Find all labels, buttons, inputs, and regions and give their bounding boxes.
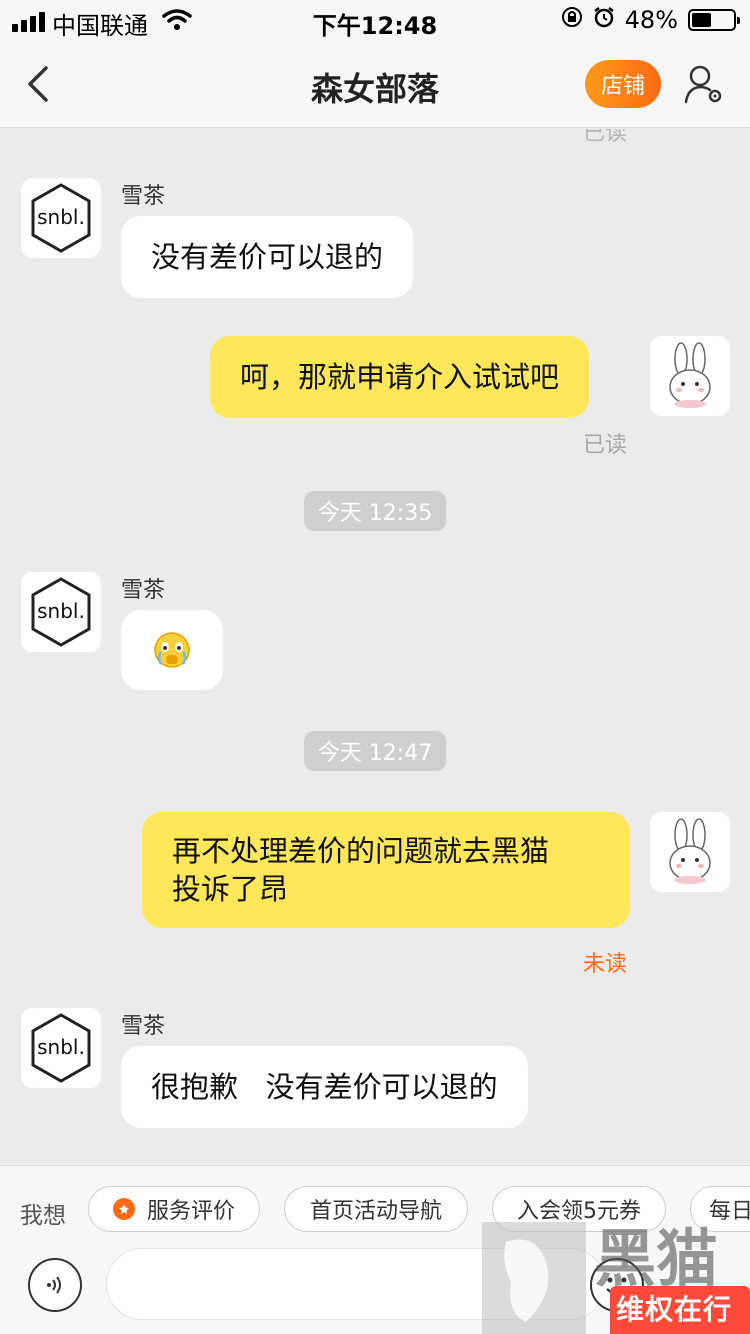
shop-avatar[interactable]: snbl. [21,572,101,652]
read-status: 已读 [583,129,628,146]
message-bubble-incoming[interactable]: 很抱歉 没有差价可以退的 [121,1046,528,1128]
bunny-avatar-icon [669,342,711,408]
svg-text:黑猫: 黑猫 [594,1222,718,1295]
shop-button[interactable]: 店铺 [585,60,661,108]
user-settings-icon [684,65,722,104]
quick-reply-label: 我想 [20,1203,66,1229]
message-bubble-outgoing[interactable]: 再不处理差价的问题就去黑猫 投诉了昂 [142,812,630,928]
message-line: 投诉了昂 [172,872,289,906]
shop-logo-icon: snbl. [31,1013,91,1083]
profile-settings-button[interactable] [682,62,726,106]
svg-text:snbl.: snbl. [37,205,85,229]
timestamp-divider: 今天 12:35 [304,491,446,531]
sender-name: 雪茶 [121,578,166,603]
bunny-avatar-icon [669,818,711,884]
message-bubble-incoming[interactable]: 没有差价可以退的 [121,216,414,298]
status-bar: 中国联通 下午12:48 48% [0,0,750,40]
alarm-icon [593,6,615,34]
user-avatar[interactable] [650,336,730,416]
sender-name: 雪茶 [121,1014,166,1039]
crying-emoji-icon [154,632,190,668]
message-line: 再不处理差价的问题就去黑猫 [172,834,550,868]
read-status: 已读 [583,433,628,458]
timestamp-divider: 今天 12:47 [304,731,446,771]
quick-chip-service-rating[interactable]: 服务评价 [88,1186,260,1232]
battery-icon [688,9,740,31]
voice-icon [47,1276,61,1294]
service-rating-icon [112,1198,135,1220]
battery-percent: 48% [624,6,678,34]
shop-avatar[interactable]: snbl. [21,178,101,258]
chip-label: 服务评价 [146,1199,235,1224]
shop-logo-icon: snbl. [31,183,91,253]
svg-text:snbl.: snbl. [37,1035,85,1059]
user-avatar[interactable] [650,812,730,892]
shop-avatar[interactable]: snbl. [21,1008,101,1088]
chat-area[interactable]: 已读 snbl. 雪茶 没有差价可以退的 呵，那就申请介入试试吧 已读 今天 1… [0,129,750,1165]
unread-status: 未读 [583,952,628,977]
quick-chip-homepage-nav[interactable]: 首页活动导航 [284,1186,468,1232]
message-bubble-incoming[interactable] [121,610,223,690]
chip-label: 首页活动导航 [309,1199,442,1224]
watermark-slogan: 维权在行动 [610,1286,750,1334]
rotation-lock-icon [561,6,583,34]
message-bubble-outgoing[interactable]: 呵，那就申请介入试试吧 [210,336,590,418]
voice-input-button[interactable] [28,1258,82,1312]
navigation-bar: 森女部落 店铺 [0,40,750,128]
sender-name: 雪茶 [121,184,166,209]
shop-logo-icon: snbl. [31,577,91,647]
svg-text:snbl.: snbl. [37,599,85,623]
